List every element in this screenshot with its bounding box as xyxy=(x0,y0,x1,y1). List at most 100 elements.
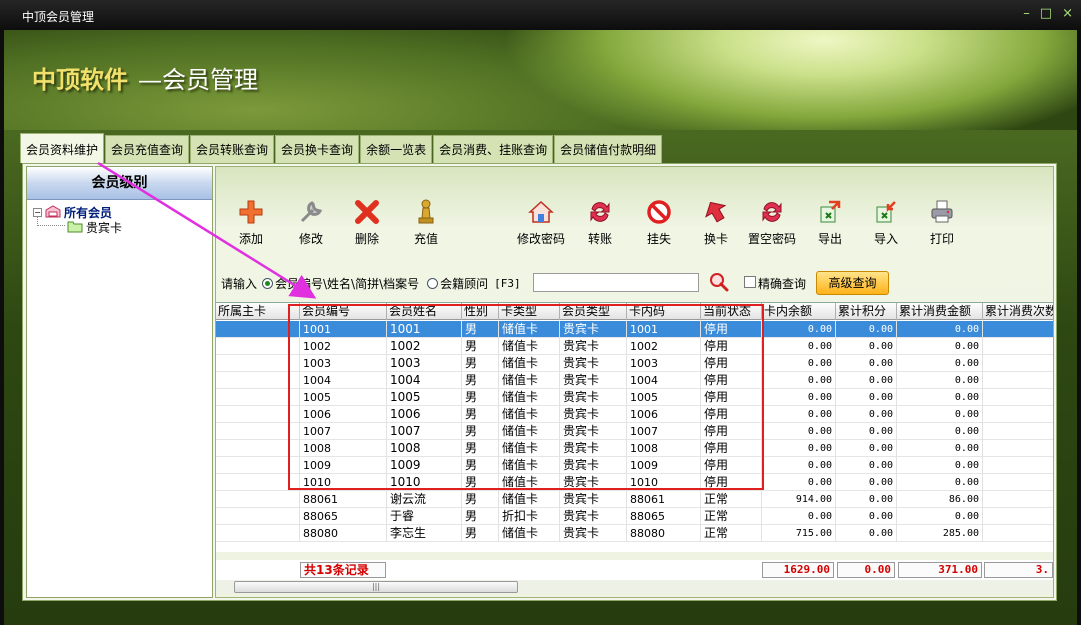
table-row[interactable]: 10041004男储值卡贵宾卡1004停用0.000.000.000. xyxy=(216,372,1053,389)
table-cell: 0.00 xyxy=(836,508,897,525)
table-cell: 1009 xyxy=(627,457,701,474)
table-cell: 0.00 xyxy=(836,321,897,338)
column-header[interactable]: 所属主卡 xyxy=(216,303,300,320)
table-row[interactable]: 10021002男储值卡贵宾卡1002停用0.000.000.000. xyxy=(216,338,1053,355)
table-row[interactable]: 10051005男储值卡贵宾卡1005停用0.000.000.000. xyxy=(216,389,1053,406)
column-header[interactable]: 累计消费次数 xyxy=(983,303,1053,320)
table-cell xyxy=(216,423,300,440)
table-cell: 1010 xyxy=(387,474,462,491)
table-cell: 1002 xyxy=(387,338,462,355)
import-button[interactable]: 导入 xyxy=(872,198,900,247)
horizontal-scrollbar[interactable]: ||| xyxy=(216,580,1053,594)
column-header[interactable]: 累计积分 xyxy=(836,303,897,320)
table-cell: 0.00 xyxy=(897,338,983,355)
radio-member-fields[interactable] xyxy=(262,277,274,289)
table-cell: 1003 xyxy=(627,355,701,372)
table-cell xyxy=(216,372,300,389)
refresh-icon xyxy=(586,198,614,226)
column-header[interactable]: 会员姓名 xyxy=(387,303,462,320)
window-titlebar: 中顶会员管理 – □ × xyxy=(0,0,1081,30)
table-cell: 男 xyxy=(462,491,499,508)
maximize-button[interactable]: □ xyxy=(1040,6,1052,21)
transfer-button[interactable]: 转账 xyxy=(586,198,614,247)
table-cell: 0.00 xyxy=(897,406,983,423)
column-header[interactable]: 卡内码 xyxy=(627,303,701,320)
table-cell: 1002 xyxy=(300,338,387,355)
exact-query-checkbox[interactable] xyxy=(744,276,756,288)
table-cell: 贵宾卡 xyxy=(560,440,627,457)
table-cell: 贵宾卡 xyxy=(560,389,627,406)
table-cell: 0. xyxy=(983,372,1053,389)
table-row[interactable]: 10011001男储值卡贵宾卡1001停用0.000.000.000. xyxy=(216,321,1053,338)
table-cell: 88065 xyxy=(300,508,387,525)
table-row[interactable]: 10061006男储值卡贵宾卡1006停用0.000.000.000. xyxy=(216,406,1053,423)
change-password-button[interactable]: 修改密码 xyxy=(517,198,565,247)
table-cell: 0.00 xyxy=(897,423,983,440)
table-header: 所属主卡 会员编号 会员姓名 性别 卡类型 会员类型 卡内码 当前状态 卡内余额… xyxy=(216,303,1053,320)
table-cell: 储值卡 xyxy=(499,355,560,372)
tab-recharge-query[interactable]: 会员充值查询 xyxy=(105,135,190,163)
table-cell: 0.00 xyxy=(836,338,897,355)
table-row[interactable]: 88065于睿男折扣卡贵宾卡88065正常0.000.000.000. xyxy=(216,508,1053,525)
export-button[interactable]: 导出 xyxy=(816,198,844,247)
column-header[interactable]: 当前状态 xyxy=(701,303,762,320)
table-cell: 储值卡 xyxy=(499,474,560,491)
table-cell: 停用 xyxy=(701,355,762,372)
collapse-icon[interactable]: − xyxy=(33,208,42,217)
total-times: 3. xyxy=(984,562,1053,578)
radio-advisor-label: 会籍顾问 xyxy=(440,276,489,291)
tab-member-info[interactable]: 会员资料维护 xyxy=(20,133,105,163)
table-cell: 0.00 xyxy=(762,321,836,338)
table-row[interactable]: 10081008男储值卡贵宾卡1008停用0.000.000.000. xyxy=(216,440,1053,457)
table-cell: 停用 xyxy=(701,440,762,457)
scrollbar-thumb[interactable]: ||| xyxy=(234,581,518,593)
close-button[interactable]: × xyxy=(1062,6,1073,21)
search-icon[interactable] xyxy=(709,272,729,292)
table-row[interactable]: 10071007男储值卡贵宾卡1007停用0.000.000.000. xyxy=(216,423,1053,440)
recharge-button[interactable]: 充值 xyxy=(412,198,440,247)
tab-card-change-query[interactable]: 会员换卡查询 xyxy=(275,135,360,163)
table-cell: 0.00 xyxy=(762,406,836,423)
add-button[interactable]: 添加 xyxy=(237,198,265,247)
table-cell xyxy=(216,457,300,474)
table-footer: 共13条记录 1629.00 0.00 371.00 3. xyxy=(216,560,1053,580)
record-count: 共13条记录 xyxy=(300,562,386,578)
change-card-button[interactable]: 换卡 xyxy=(702,198,730,247)
column-header[interactable]: 会员类型 xyxy=(560,303,627,320)
print-button[interactable]: 打印 xyxy=(928,198,956,247)
column-header[interactable]: 卡类型 xyxy=(499,303,560,320)
table-row[interactable]: 10031003男储值卡贵宾卡1003停用0.000.000.000. xyxy=(216,355,1053,372)
table-cell xyxy=(216,474,300,491)
table-row[interactable]: 88080李忘生男储值卡贵宾卡88080正常715.000.00285.002. xyxy=(216,525,1053,542)
table-cell: 0.00 xyxy=(836,474,897,491)
report-loss-button[interactable]: 挂失 xyxy=(645,198,673,247)
table-row[interactable]: 88061谢云流男储值卡贵宾卡88061正常914.000.0086.001. xyxy=(216,491,1053,508)
table-cell: 1007 xyxy=(627,423,701,440)
column-header[interactable]: 会员编号 xyxy=(300,303,387,320)
table-row[interactable]: 10101010男储值卡贵宾卡1010停用0.000.000.000. xyxy=(216,474,1053,491)
search-input[interactable] xyxy=(533,273,699,292)
minimize-button[interactable]: – xyxy=(1023,6,1030,21)
table-cell: 男 xyxy=(462,406,499,423)
tab-stored-payment[interactable]: 会员储值付款明细 xyxy=(554,135,663,163)
table-cell: 0.00 xyxy=(836,372,897,389)
tab-consumption-query[interactable]: 会员消费、挂账查询 xyxy=(433,135,554,163)
edit-button[interactable]: 修改 xyxy=(297,198,325,247)
tree-node-vip[interactable]: 贵宾卡 xyxy=(67,219,122,236)
table-cell: 0.00 xyxy=(836,406,897,423)
table-cell: 1004 xyxy=(300,372,387,389)
clear-password-button[interactable]: 置空密码 xyxy=(748,198,796,247)
delete-button[interactable]: 删除 xyxy=(353,198,381,247)
advanced-query-button[interactable]: 高级查询 xyxy=(816,271,889,295)
table-row[interactable]: 10091009男储值卡贵宾卡1009停用0.000.000.000. xyxy=(216,457,1053,474)
column-header[interactable]: 卡内余额 xyxy=(762,303,836,320)
table-cell: 1010 xyxy=(300,474,387,491)
radio-advisor[interactable] xyxy=(427,277,439,289)
column-header[interactable]: 累计消费金额 xyxy=(897,303,983,320)
table-cell: 0. xyxy=(983,508,1053,525)
column-header[interactable]: 性别 xyxy=(462,303,499,320)
table-cell: 0.00 xyxy=(897,440,983,457)
table-cell: 0.00 xyxy=(762,457,836,474)
tab-transfer-query[interactable]: 会员转账查询 xyxy=(190,135,275,163)
tab-balance-list[interactable]: 余额一览表 xyxy=(360,135,433,163)
